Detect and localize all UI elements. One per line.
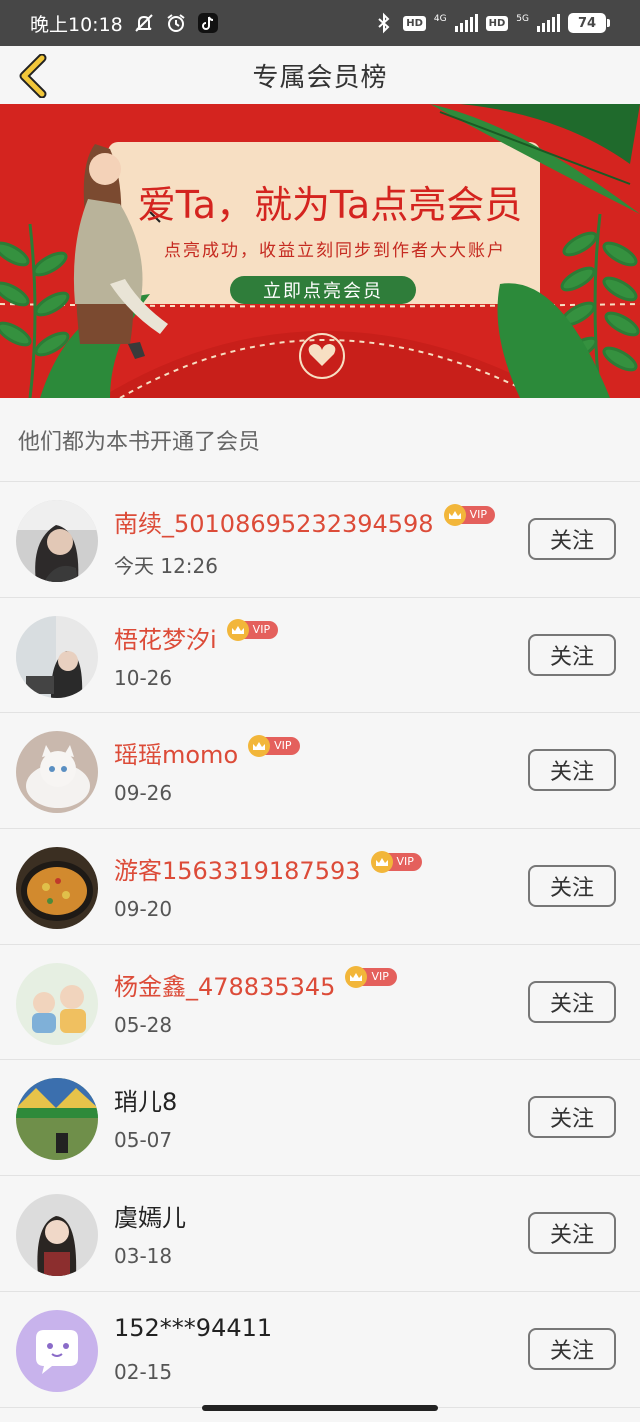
promo-banner[interactable]: 爱Ta，就为Ta点亮会员 点亮成功，收益立刻同步到作者大大账户 立即点亮会员 <box>0 104 640 398</box>
vip-badge: VIP <box>443 503 495 526</box>
list-item[interactable]: 琑儿8 05-07 关注 <box>0 1060 640 1177</box>
avatar[interactable] <box>16 500 98 582</box>
list-item[interactable]: 南续_50108695232394598 VIP 今天 12:26 关注 <box>0 482 640 598</box>
network-type-label: 4G <box>433 14 447 24</box>
member-date: 09-20 <box>114 897 173 922</box>
bluetooth-icon <box>373 12 395 34</box>
vip-badge: VIP <box>345 966 397 989</box>
page-title: 专属会员榜 <box>252 62 388 93</box>
crown-icon <box>226 619 249 642</box>
avatar[interactable] <box>16 615 98 698</box>
back-arrow-icon[interactable] <box>14 53 54 99</box>
tiktok-icon <box>197 12 219 34</box>
member-name[interactable]: 南续_50108695232394598 <box>114 504 434 539</box>
signal-icon-2 <box>537 14 560 32</box>
banner-subtitle: 点亮成功，收益立刻同步到作者大大账户 <box>164 241 506 261</box>
list-item[interactable]: 梧花梦汐i VIP 10-26 关注 <box>0 598 640 714</box>
mute-bell-icon <box>133 12 155 34</box>
follow-button[interactable]: 关注 <box>528 633 616 676</box>
avatar[interactable] <box>16 962 98 1045</box>
banner-headline: 爱Ta，就为Ta点亮会员 <box>137 183 523 227</box>
avatar[interactable] <box>16 847 98 930</box>
avatar[interactable] <box>16 1309 98 1392</box>
vip-badge: VIP <box>370 850 422 873</box>
network-type-label-2: 5G <box>516 14 529 24</box>
crown-icon <box>248 734 271 757</box>
list-item[interactable]: 杨金鑫_478835345 VIP 05-28 关注 <box>0 945 640 1061</box>
hd-badge: HD <box>403 15 426 31</box>
follow-button[interactable]: 关注 <box>528 1096 616 1139</box>
member-name[interactable]: 梧花梦汐i <box>114 620 217 655</box>
crown-icon <box>443 503 466 526</box>
member-name-row: 杨金鑫_478835345 VIP <box>114 966 397 1002</box>
battery-icon: 74 <box>568 13 610 33</box>
member-date: 05-07 <box>114 1128 173 1153</box>
member-name[interactable]: 152***94411 <box>114 1314 272 1342</box>
member-name-row: 琑儿8 <box>114 1082 177 1117</box>
follow-button[interactable]: 关注 <box>528 1212 616 1255</box>
avatar[interactable] <box>16 1194 98 1277</box>
member-name[interactable]: 琑儿8 <box>114 1082 177 1117</box>
follow-button[interactable]: 关注 <box>528 865 616 908</box>
vip-badge: VIP <box>226 619 279 642</box>
follow-button[interactable]: 关注 <box>528 1327 616 1370</box>
home-indicator[interactable] <box>202 1405 438 1411</box>
member-name[interactable]: 游客1563319187593 <box>114 851 361 886</box>
member-list: 南续_50108695232394598 VIP 今天 12:26 关注 梧花梦… <box>0 482 640 1408</box>
member-name-row: 南续_50108695232394598 VIP <box>114 503 495 539</box>
member-name[interactable]: 杨金鑫_478835345 <box>114 967 335 1002</box>
follow-button[interactable]: 关注 <box>528 749 616 792</box>
member-name[interactable]: 瑶瑶momo <box>114 735 238 770</box>
follow-button[interactable]: 关注 <box>528 980 616 1023</box>
member-date: 02-15 <box>114 1359 173 1384</box>
member-name-row: 游客1563319187593 VIP <box>114 850 422 886</box>
member-date: 10-26 <box>114 665 173 690</box>
list-item[interactable]: 游客1563319187593 VIP 09-20 关注 <box>0 829 640 945</box>
member-name-row: 梧花梦汐i VIP <box>114 619 279 655</box>
list-item[interactable]: 虞嫣儿 03-18 关注 <box>0 1176 640 1292</box>
member-date: 09-26 <box>114 781 173 806</box>
crown-icon <box>370 850 393 873</box>
activate-membership-button[interactable]: 立即点亮会员 <box>230 276 416 304</box>
list-item[interactable]: 152***94411 02-15 关注 <box>0 1292 640 1408</box>
avatar[interactable] <box>16 1078 98 1161</box>
member-date: 今天 12:26 <box>114 554 218 578</box>
signal-icon <box>454 14 478 32</box>
nav-header: 专属会员榜 <box>0 46 640 104</box>
alarm-icon <box>165 12 187 34</box>
vip-badge: VIP <box>248 734 300 757</box>
list-item[interactable]: 瑶瑶momo VIP 09-26 关注 <box>0 713 640 830</box>
hd-badge-2: HD <box>485 15 509 31</box>
member-date: 03-18 <box>114 1244 173 1269</box>
follow-button[interactable]: 关注 <box>528 518 616 560</box>
member-name-row: 虞嫣儿 <box>114 1198 186 1233</box>
status-time: 晚上10:18 <box>30 13 123 36</box>
status-bar: 晚上10:18 HD 4G HD 5G 74 <box>0 0 640 46</box>
member-name[interactable]: 虞嫣儿 <box>114 1198 186 1233</box>
section-title: 他们都为本书开通了会员 <box>0 398 640 482</box>
member-name-row: 瑶瑶momo VIP <box>114 734 300 770</box>
battery-level: 74 <box>568 13 606 33</box>
member-name-row: 152***94411 <box>114 1314 272 1342</box>
avatar[interactable] <box>16 731 98 814</box>
member-date: 05-28 <box>114 1012 173 1037</box>
